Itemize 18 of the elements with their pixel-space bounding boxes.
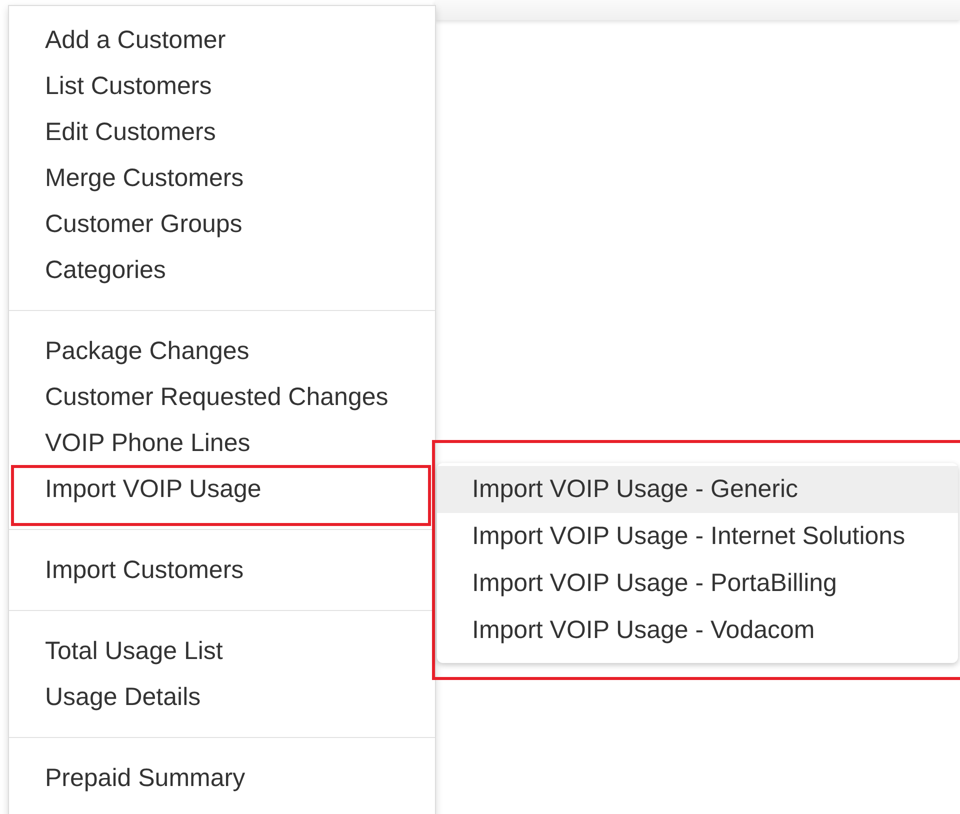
menu-item[interactable]: Total Usage List [9,628,435,674]
menu-item[interactable]: Merge Customers [9,155,435,201]
menu-item[interactable]: List Customers [9,63,435,109]
submenu-item[interactable]: Import VOIP Usage - PortaBilling [437,560,958,607]
menu-item[interactable]: Customer Requested Changes [9,374,435,420]
menu-item[interactable]: Add a Customer [9,17,435,63]
submenu-item[interactable]: Import VOIP Usage - Internet Solutions [437,513,958,560]
submenu-item[interactable]: Import VOIP Usage - Generic [437,466,958,513]
menu-item[interactable]: Package Changes [9,328,435,374]
menu-item[interactable]: Categories [9,247,435,293]
menu-item[interactable]: Import VOIP Usage [9,466,435,512]
menu-item[interactable]: Prepaid Summary [9,755,435,801]
menu-item[interactable]: VOIP Phone Lines [9,420,435,466]
submenu-item[interactable]: Import VOIP Usage - Vodacom [437,607,958,654]
menu-item[interactable]: Edit Customers [9,109,435,155]
menu-item[interactable]: Import Customers [9,547,435,593]
menu-item[interactable]: Customer Groups [9,201,435,247]
menu-item[interactable]: Usage Details [9,674,435,720]
